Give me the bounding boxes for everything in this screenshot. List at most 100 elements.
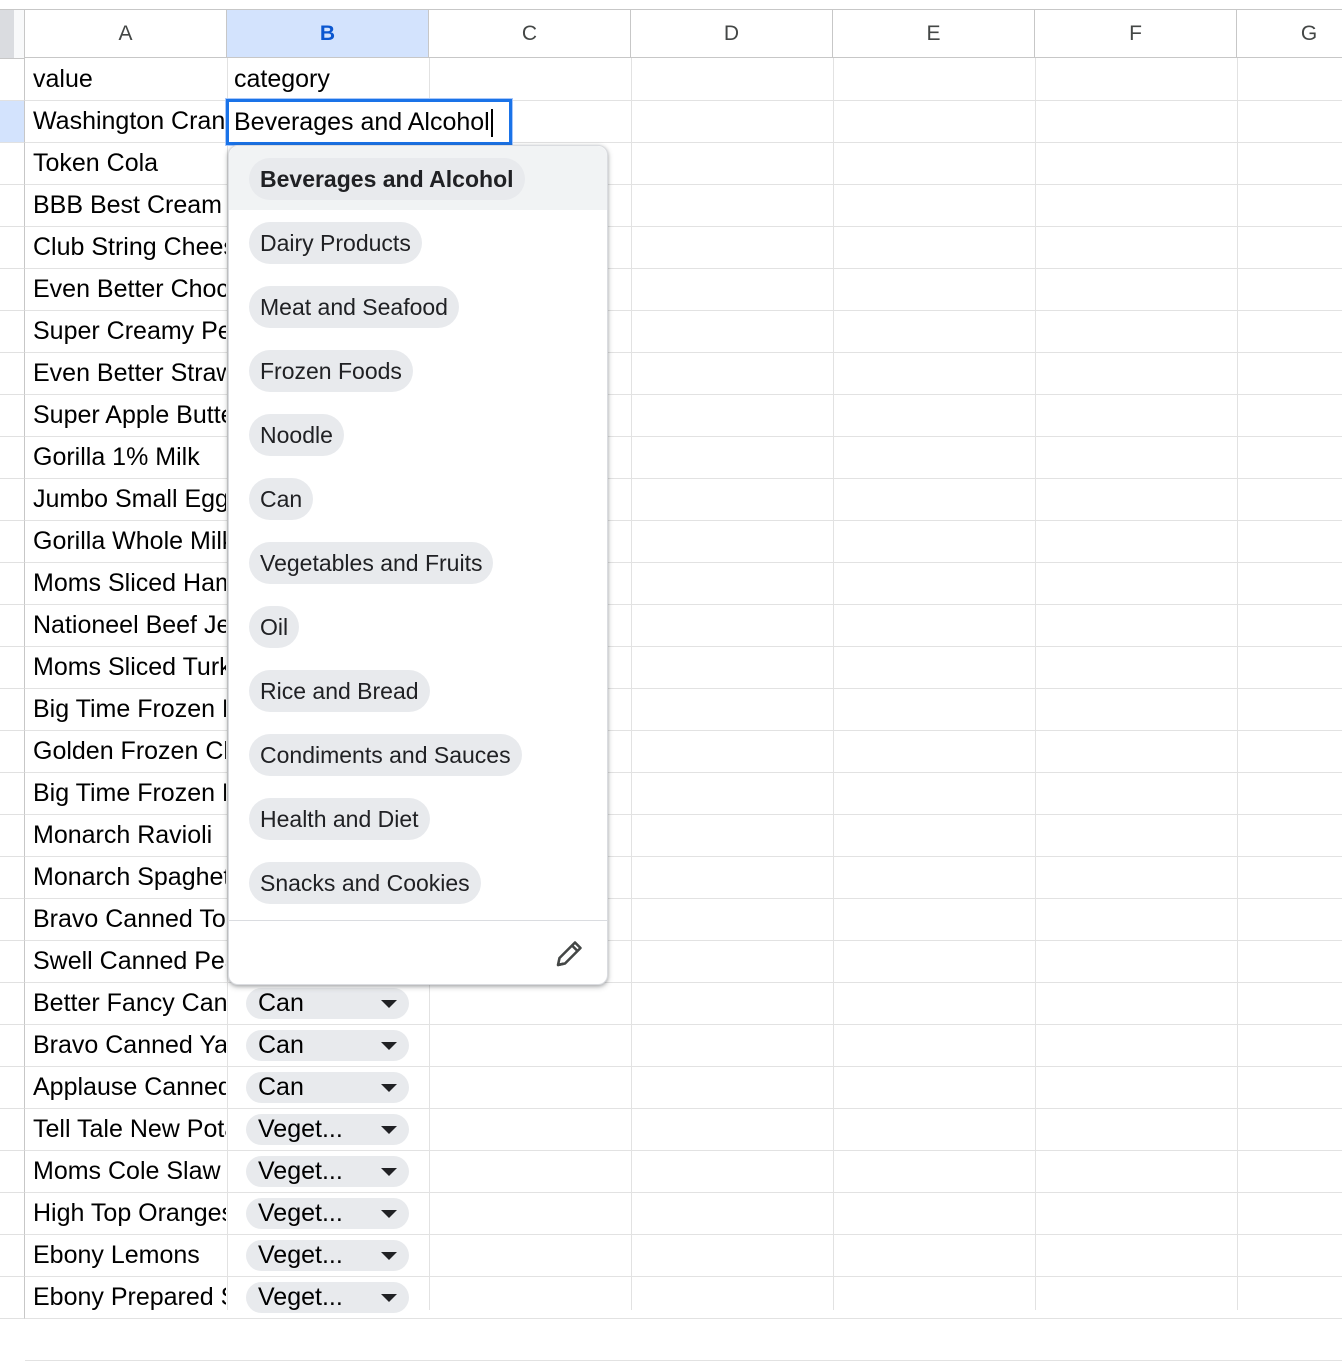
row-header[interactable]: [0, 857, 25, 899]
cell-value[interactable]: High Top Oranges: [26, 1193, 226, 1234]
column-header-a[interactable]: A: [25, 10, 227, 58]
text-cursor: [490, 109, 493, 138]
row-header[interactable]: [0, 1067, 25, 1109]
row-header[interactable]: [0, 1151, 25, 1193]
column-gridline: [833, 58, 834, 1310]
row-header[interactable]: [0, 59, 25, 101]
category-chip-dropdown[interactable]: Veget...: [246, 1240, 409, 1271]
row-header[interactable]: [0, 899, 25, 941]
cell-value[interactable]: Monarch Spaghetti: [26, 857, 226, 898]
cell-value[interactable]: Big Time Frozen Peas: [26, 773, 226, 814]
cell-value[interactable]: Even Better Strawberry Yogurt: [26, 353, 226, 394]
column-header-d[interactable]: D: [631, 10, 833, 58]
cell-value[interactable]: Gorilla Whole Milk: [26, 521, 226, 562]
dropdown-option[interactable]: Meat and Seafood: [229, 274, 607, 338]
row-header[interactable]: [0, 101, 25, 143]
row-header[interactable]: [0, 647, 25, 689]
row-header[interactable]: [0, 941, 25, 983]
cell-value[interactable]: Bravo Canned Tomatoes: [26, 899, 226, 940]
row-header[interactable]: [0, 815, 25, 857]
edit-rule-button[interactable]: [549, 934, 589, 974]
cell-header-category[interactable]: category: [228, 59, 428, 100]
cell-value[interactable]: Token Cola: [26, 143, 226, 184]
spreadsheet-grid: ABCDEFG valuecategoryWashington Cranberr…: [0, 0, 1342, 1361]
row-header[interactable]: [0, 1235, 25, 1277]
dropdown-arrow-icon: [381, 1042, 397, 1050]
column-header-f[interactable]: F: [1035, 10, 1237, 58]
cell-value[interactable]: Golden Frozen Chicken: [26, 731, 226, 772]
row-header[interactable]: [0, 731, 25, 773]
dropdown-option[interactable]: Snacks and Cookies: [229, 850, 607, 914]
cell-value[interactable]: Club String Cheese: [26, 227, 226, 268]
row-header[interactable]: [0, 185, 25, 227]
category-chip-dropdown[interactable]: Veget...: [246, 1114, 409, 1145]
cell-value[interactable]: Washington Cranberry Juice: [26, 101, 226, 142]
dropdown-option[interactable]: Noodle: [229, 402, 607, 466]
row-header[interactable]: [0, 773, 25, 815]
cell-value[interactable]: Moms Cole Slaw: [26, 1151, 226, 1192]
active-cell-text[interactable]: Beverages and Alcohol: [234, 102, 493, 142]
cell-value[interactable]: BBB Best Cream Cheese: [26, 185, 226, 226]
cell-value[interactable]: Moms Sliced Turkey: [26, 647, 226, 688]
row-header[interactable]: [0, 227, 25, 269]
select-all-marker: [0, 10, 14, 58]
category-chip-dropdown[interactable]: Can: [246, 1030, 409, 1061]
cell-value[interactable]: Bravo Canned Yams: [26, 1025, 226, 1066]
row-header[interactable]: [0, 479, 25, 521]
row-header[interactable]: [0, 353, 25, 395]
cell-value[interactable]: Big Time Frozen Pizza: [26, 689, 226, 730]
column-header-c[interactable]: C: [429, 10, 631, 58]
cell-value[interactable]: Ebony Lemons: [26, 1235, 226, 1276]
row-header[interactable]: [0, 437, 25, 479]
row-header[interactable]: [0, 1109, 25, 1151]
active-cell-editor[interactable]: Beverages and Alcohol: [226, 99, 512, 145]
row-header[interactable]: [0, 983, 25, 1025]
dropdown-option[interactable]: Rice and Bread: [229, 658, 607, 722]
column-header-e[interactable]: E: [833, 10, 1035, 58]
dropdown-option[interactable]: Oil: [229, 594, 607, 658]
cell-value[interactable]: Monarch Ravioli: [26, 815, 226, 856]
column-header-g[interactable]: G: [1237, 10, 1342, 58]
row-header[interactable]: [0, 605, 25, 647]
category-chip-dropdown[interactable]: Veget...: [246, 1282, 409, 1313]
row-header[interactable]: [0, 1025, 25, 1067]
cell-value[interactable]: Swell Canned Peaches: [26, 941, 226, 982]
option-chip-label: Frozen Foods: [249, 350, 413, 392]
column-header-b[interactable]: B: [227, 10, 429, 58]
cell-value[interactable]: Applause Canned Mixed Fruit: [26, 1067, 226, 1108]
option-chip-label: Oil: [249, 606, 300, 648]
row-header[interactable]: [0, 311, 25, 353]
dropdown-option[interactable]: Health and Diet: [229, 786, 607, 850]
cell-value[interactable]: Super Apple Butter: [26, 395, 226, 436]
cell-value[interactable]: Even Better Chocolate Milk: [26, 269, 226, 310]
cell-header-value[interactable]: value: [26, 59, 226, 100]
row-header[interactable]: [0, 269, 25, 311]
column-gridline: [1237, 58, 1238, 1310]
row-header[interactable]: [0, 1193, 25, 1235]
cell-value[interactable]: Better Fancy Canned Sardines: [26, 983, 226, 1024]
category-chip-dropdown[interactable]: Can: [246, 988, 409, 1019]
dropdown-option[interactable]: Vegetables and Fruits: [229, 530, 607, 594]
row-header[interactable]: [0, 689, 25, 731]
category-chip-dropdown[interactable]: Veget...: [246, 1198, 409, 1229]
dropdown-option[interactable]: Condiments and Sauces: [229, 722, 607, 786]
category-chip-dropdown[interactable]: Veget...: [246, 1156, 409, 1187]
dropdown-option[interactable]: Beverages and Alcohol: [229, 146, 607, 210]
cell-value[interactable]: Tell Tale New Potatos: [26, 1109, 226, 1150]
cell-value[interactable]: Ebony Prepared Salad: [26, 1277, 226, 1318]
dropdown-option[interactable]: Frozen Foods: [229, 338, 607, 402]
dropdown-option[interactable]: Can: [229, 466, 607, 530]
dropdown-option[interactable]: Dairy Products: [229, 210, 607, 274]
row-header[interactable]: [0, 395, 25, 437]
row-header[interactable]: [0, 521, 25, 563]
pencil-icon: [556, 941, 582, 967]
category-chip-dropdown[interactable]: Can: [246, 1072, 409, 1103]
cell-value[interactable]: Super Creamy Peanut Butter: [26, 311, 226, 352]
cell-value[interactable]: Nationeel Beef Jerky: [26, 605, 226, 646]
row-header[interactable]: [0, 1277, 25, 1319]
row-header[interactable]: [0, 143, 25, 185]
row-header[interactable]: [0, 563, 25, 605]
cell-value[interactable]: Jumbo Small Eggs: [26, 479, 226, 520]
cell-value[interactable]: Gorilla 1% Milk: [26, 437, 226, 478]
cell-value[interactable]: Moms Sliced Ham: [26, 563, 226, 604]
